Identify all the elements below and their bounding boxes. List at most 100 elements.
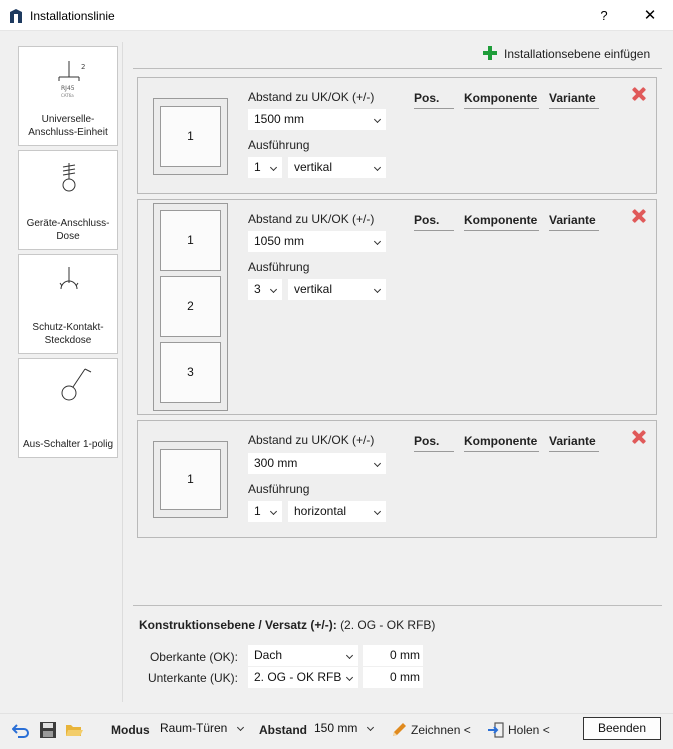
rj45-outlet-icon: RJ45 CAT6a 2 [58, 61, 85, 98]
orientation-select[interactable]: horizontal [288, 501, 386, 522]
count-value: 1 [254, 504, 261, 518]
orientation-value: vertikal [294, 282, 333, 296]
position-cell[interactable]: 2 [160, 276, 221, 337]
abstand-select[interactable]: 300 mm [248, 453, 386, 474]
chevron-down-icon [366, 723, 375, 732]
installation-level: 1 2 3 Abstand zu UK/OK (+/-) 1050 mm Aus… [137, 199, 657, 415]
rj45-icon-text: RJ45 [61, 85, 75, 92]
installation-level: 1 Abstand zu UK/OK (+/-) 300 mm Ausführu… [137, 420, 657, 538]
folder-open-icon[interactable] [65, 721, 83, 739]
beenden-button[interactable]: Beenden [583, 717, 661, 740]
abstand-value: 1050 mm [254, 234, 305, 248]
unterkante-select[interactable]: 2. OG - OK RFB [248, 667, 358, 688]
abstand-footer-value: 150 mm [314, 721, 358, 735]
help-button[interactable]: ? [586, 0, 622, 31]
construction-level-value: (2. OG - OK RFB) [340, 618, 436, 632]
position-cell[interactable]: 1 [160, 210, 221, 271]
chevron-down-icon [373, 115, 382, 124]
ausfuehrung-label: Ausführung [248, 138, 310, 152]
modus-select[interactable]: Raum-Türen [156, 718, 248, 739]
position-cell[interactable]: 1 [160, 449, 221, 510]
column-header-variante: Variante [549, 434, 599, 452]
undo-icon[interactable] [12, 721, 30, 739]
installation-level: 1 Abstand zu UK/OK (+/-) 1500 mm Ausführ… [137, 77, 657, 194]
delete-level-icon[interactable] [632, 87, 646, 101]
construction-level-info: Konstruktionsebene / Versatz (+/-): (2. … [139, 618, 435, 632]
zeichnen-button[interactable]: Zeichnen < [411, 723, 471, 737]
abstand-label: Abstand zu UK/OK (+/-) [248, 433, 375, 447]
column-header-pos: Pos. [414, 91, 454, 109]
unterkante-offset-input[interactable]: 0 mm [363, 667, 423, 688]
tool-label: Universelle-Anschluss-Einheit [28, 114, 108, 138]
column-header-komponente: Komponente [464, 213, 539, 231]
device-outlet-icon [62, 163, 76, 192]
oberkante-offset-input[interactable]: 0 mm [363, 645, 423, 666]
count-value: 3 [254, 282, 261, 296]
tool-label: Schutz-Kontakt-Steckdose [32, 322, 104, 346]
tool-universal-outlet[interactable]: RJ45 CAT6a 2 Universelle-Anschluss-Einhe… [18, 46, 118, 146]
orientation-value: horizontal [294, 504, 347, 518]
chevron-down-icon [373, 163, 382, 172]
count-select[interactable]: 1 [248, 157, 282, 178]
chevron-down-icon [373, 459, 382, 468]
oberkante-label: Oberkante (OK): [149, 650, 238, 664]
abstand-footer-select[interactable]: 150 mm [310, 718, 378, 739]
pencil-icon [393, 723, 406, 736]
column-header-komponente: Komponente [464, 434, 539, 452]
chevron-down-icon [373, 507, 382, 516]
switch-icon [61, 368, 92, 401]
plus-icon [483, 46, 497, 60]
divider [133, 68, 662, 69]
component-toolbox: RJ45 CAT6a 2 Universelle-Anschluss-Einhe… [12, 42, 123, 702]
abstand-select[interactable]: 1050 mm [248, 231, 386, 252]
abstand-value: 1500 mm [254, 112, 305, 126]
delete-level-icon[interactable] [632, 209, 646, 223]
save-icon[interactable] [39, 721, 57, 739]
delete-level-icon[interactable] [632, 430, 646, 444]
unterkante-value: 2. OG - OK RFB [254, 670, 342, 684]
abstand-value: 300 mm [254, 456, 298, 470]
holen-button[interactable]: Holen < [508, 723, 550, 737]
layout-frame: 1 [153, 98, 228, 175]
tool-label: Aus-Schalter 1-polig [22, 439, 114, 450]
close-button[interactable]: ✕ [632, 0, 668, 31]
app-logo-icon [10, 9, 22, 23]
chevron-down-icon [345, 673, 354, 682]
count-select[interactable]: 1 [248, 501, 282, 522]
import-icon [488, 722, 504, 738]
column-header-pos: Pos. [414, 434, 454, 452]
tool-device-outlet[interactable]: Geräte-Anschluss-Dose [18, 150, 118, 250]
column-header-variante: Variante [549, 91, 599, 109]
column-header-variante: Variante [549, 213, 599, 231]
position-cell[interactable]: 3 [160, 342, 221, 403]
abstand-select[interactable]: 1500 mm [248, 109, 386, 130]
orientation-value: vertikal [294, 160, 333, 174]
count-superscript: 2 [81, 63, 85, 71]
column-header-komponente: Komponente [464, 91, 539, 109]
ausfuehrung-label: Ausführung [248, 482, 310, 496]
count-select[interactable]: 3 [248, 279, 282, 300]
count-value: 1 [254, 160, 261, 174]
cat-icon-text: CAT6a [61, 93, 74, 98]
divider [133, 605, 662, 606]
tool-off-switch[interactable]: Aus-Schalter 1-polig [18, 358, 118, 458]
orientation-select[interactable]: vertikal [288, 157, 386, 178]
chevron-down-icon [373, 237, 382, 246]
oberkante-select[interactable]: Dach [248, 645, 358, 666]
socket-icon [59, 267, 79, 290]
construction-level-label: Konstruktionsebene / Versatz (+/-): [139, 618, 337, 632]
tool-schuko-socket[interactable]: Schutz-Kontakt-Steckdose [18, 254, 118, 354]
footer-toolbar: Modus Raum-Türen Abstand 150 mm Zeichnen… [0, 713, 673, 749]
window-title: Installationslinie [30, 9, 115, 23]
chevron-down-icon [345, 651, 354, 660]
tool-label: Geräte-Anschluss-Dose [26, 218, 110, 242]
position-cell[interactable]: 1 [160, 106, 221, 167]
oberkante-value: Dach [254, 648, 283, 662]
chevron-down-icon [269, 163, 278, 172]
add-plane-button[interactable]: Installationsebene einfügen [483, 44, 650, 61]
chevron-down-icon [269, 285, 278, 294]
modus-value: Raum-Türen [160, 721, 228, 735]
unterkante-label: Unterkante (UK): [147, 671, 238, 685]
orientation-select[interactable]: vertikal [288, 279, 386, 300]
layout-frame: 1 2 3 [153, 203, 228, 411]
